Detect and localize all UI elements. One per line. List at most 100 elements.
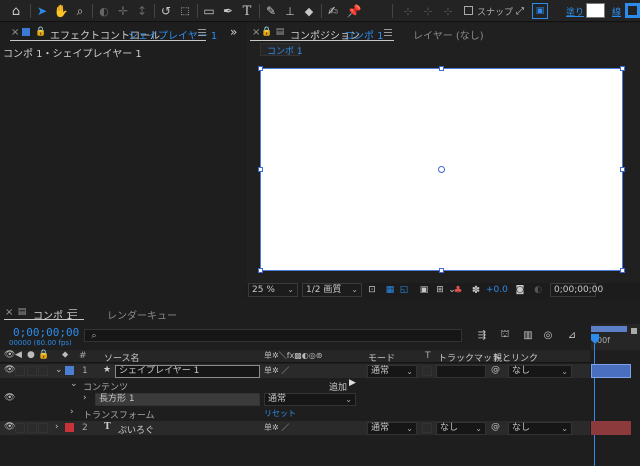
transform-row[interactable]: › トランスフォーム リセット bbox=[0, 406, 590, 421]
transform-handle[interactable] bbox=[620, 66, 625, 71]
roto-brush-icon[interactable]: ✍ bbox=[325, 3, 341, 19]
transform-handle[interactable] bbox=[258, 66, 263, 71]
frame-blending-icon[interactable]: ▥ bbox=[520, 327, 536, 343]
preserve-transparency-toggle[interactable] bbox=[422, 423, 432, 433]
transform-handle[interactable] bbox=[439, 66, 444, 71]
render-queue-tab[interactable]: レンダーキュー bbox=[107, 307, 177, 322]
layer-row[interactable]: 👁 › 2 T ぷいろぐ 单✲ ／ 通常 ⌄ なし ⌄ @ なし ⌄ bbox=[0, 421, 590, 436]
shy-switch-icon[interactable]: ⛫ bbox=[497, 327, 513, 343]
contents-row[interactable]: ⌄ コンテンツ 追加 ▶ bbox=[0, 378, 590, 393]
layer-switches[interactable]: 单✲ ／ bbox=[264, 422, 289, 433]
local-axis-icon[interactable]: ⊹ bbox=[400, 3, 416, 19]
pick-whip-icon[interactable]: @ bbox=[491, 365, 500, 375]
anchor-point-icon[interactable] bbox=[438, 166, 445, 173]
exposure-value[interactable]: +0.0 bbox=[486, 285, 508, 295]
panel-menu-icon[interactable] bbox=[198, 29, 206, 36]
snapshot-icon[interactable]: ◙ bbox=[514, 283, 526, 297]
eraser-tool-icon[interactable]: ◆ bbox=[301, 3, 317, 19]
transform-handle[interactable] bbox=[439, 268, 444, 273]
chevron-right-icon[interactable]: › bbox=[70, 407, 74, 417]
layer-label-color[interactable] bbox=[65, 423, 74, 432]
home-icon[interactable]: ⌂ bbox=[8, 3, 24, 19]
pan-camera-icon[interactable]: ✛ bbox=[115, 3, 131, 19]
pick-whip-icon[interactable]: @ bbox=[491, 422, 500, 432]
chevron-down-icon[interactable]: ⌄ bbox=[55, 365, 63, 375]
panel-menu-icon[interactable] bbox=[69, 309, 77, 316]
effect-panel-expand[interactable]: » bbox=[230, 25, 237, 39]
rotate-tool-icon[interactable]: ↺ bbox=[158, 3, 174, 19]
exposure-reset-icon[interactable]: ✽ bbox=[470, 283, 482, 297]
parent-dropdown[interactable]: なし ⌄ bbox=[508, 422, 572, 435]
transform-handle[interactable] bbox=[620, 167, 625, 172]
anchor-tool-icon[interactable]: ⬚ bbox=[177, 3, 193, 19]
reset-link[interactable]: リセット bbox=[264, 408, 296, 419]
close-icon[interactable]: × bbox=[5, 307, 13, 318]
rectangle-tool-icon[interactable]: ▭ bbox=[201, 3, 217, 19]
solo-toggle[interactable] bbox=[27, 366, 37, 376]
layer-switches[interactable]: 单✲ ／ bbox=[264, 365, 289, 376]
rectangle-name-field[interactable]: 長方形 1 bbox=[95, 393, 260, 406]
text-tool-icon[interactable]: T bbox=[239, 3, 255, 19]
region-of-interest-icon[interactable]: ▣ bbox=[418, 283, 430, 297]
layer-viewer-tab[interactable]: レイヤー (なし) bbox=[413, 27, 484, 42]
source-name-column-header[interactable]: ソース名 bbox=[104, 351, 140, 364]
layer-name[interactable]: ぷいろぐ bbox=[118, 423, 154, 436]
track-matte-dropdown[interactable] bbox=[436, 365, 486, 378]
fast-preview-icon[interactable]: ⊡ bbox=[366, 283, 378, 297]
parent-link-column-header[interactable]: 親とリンク bbox=[493, 351, 538, 364]
fill-label[interactable]: 塗り bbox=[566, 5, 584, 18]
blend-mode-dropdown[interactable]: 通常 ⌄ bbox=[367, 422, 417, 435]
work-area-bar[interactable] bbox=[591, 326, 627, 332]
pen-tool-icon[interactable]: ✒ bbox=[220, 3, 236, 19]
color-channel-icon[interactable]: ♣ bbox=[452, 283, 464, 297]
eye-icon[interactable]: 👁 bbox=[4, 422, 15, 432]
brush-tool-icon[interactable]: ✎ bbox=[263, 3, 279, 19]
selection-tool-icon[interactable]: ➤ bbox=[34, 3, 50, 19]
close-icon[interactable]: × bbox=[252, 27, 260, 38]
timeline-current-time[interactable]: 0;00;00;00 bbox=[13, 326, 79, 339]
layer-duration-bar[interactable] bbox=[591, 421, 631, 435]
layer-row[interactable]: 👁 ⌄ 1 ★ シェイプレイヤー 1 单✲ ／ 通常 ⌄ @ なし ⌄ bbox=[0, 364, 590, 378]
layer-name-field[interactable]: シェイプレイヤー 1 bbox=[115, 365, 260, 378]
snap-options-icon[interactable]: ⤢ bbox=[513, 3, 527, 19]
current-time-display[interactable]: 0;00;00;00 bbox=[550, 283, 603, 297]
show-snapshot-icon[interactable]: ◐ bbox=[532, 283, 544, 297]
mode-column-header[interactable]: モード bbox=[368, 351, 395, 364]
blend-mode-dropdown[interactable]: 通常 ⌄ bbox=[367, 365, 417, 378]
view-axis-icon[interactable]: ⊹ bbox=[440, 3, 456, 19]
parent-dropdown[interactable]: なし ⌄ bbox=[508, 365, 572, 378]
clone-stamp-icon[interactable]: ⊥ bbox=[282, 3, 298, 19]
track-matte-column-header[interactable]: トラックマット bbox=[438, 351, 501, 364]
close-icon[interactable]: × bbox=[11, 27, 19, 38]
world-axis-icon[interactable]: ⊹ bbox=[420, 3, 436, 19]
stroke-swatch[interactable] bbox=[625, 3, 640, 18]
transform-handle[interactable] bbox=[258, 167, 263, 172]
preserve-transparency-toggle[interactable] bbox=[422, 366, 432, 376]
lock-icon[interactable]: 🔒 bbox=[261, 25, 272, 38]
stroke-label[interactable]: 線 bbox=[612, 5, 621, 18]
transform-handle[interactable] bbox=[258, 268, 263, 273]
eye-icon[interactable]: 👁 bbox=[4, 365, 15, 375]
eye-icon[interactable]: 👁 bbox=[4, 393, 15, 403]
puppet-pin-icon[interactable]: 📌 bbox=[346, 3, 362, 19]
layer-label-color[interactable] bbox=[65, 366, 74, 375]
hand-tool-icon[interactable]: ✋ bbox=[53, 3, 69, 19]
snap-checkbox[interactable] bbox=[464, 6, 473, 15]
comp-flowchart-icon[interactable]: ⇶ bbox=[474, 327, 490, 343]
fill-swatch[interactable] bbox=[586, 3, 605, 18]
rectangle-blend-dropdown[interactable]: 通常 ⌄ bbox=[264, 393, 356, 406]
lock-toggle[interactable] bbox=[38, 423, 48, 433]
layer-duration-bar[interactable] bbox=[591, 364, 631, 378]
chevron-right-icon[interactable]: › bbox=[83, 393, 87, 403]
orbit-camera-icon[interactable]: ◐ bbox=[96, 3, 112, 19]
zoom-dropdown[interactable]: 25 % ⌄ bbox=[248, 283, 298, 297]
motion-blur-icon[interactable]: ◎ bbox=[540, 327, 556, 343]
zoom-tool-icon[interactable]: ⌕ bbox=[72, 3, 88, 19]
rectangle-row[interactable]: 👁 › 長方形 1 通常 ⌄ bbox=[0, 392, 590, 406]
transparency-grid-icon[interactable]: ▦ bbox=[384, 283, 396, 297]
audio-toggle[interactable] bbox=[15, 366, 25, 376]
transform-handle[interactable] bbox=[620, 268, 625, 273]
layer-search-input[interactable]: ⌕ bbox=[84, 329, 462, 342]
track-matte-dropdown[interactable]: なし ⌄ bbox=[436, 422, 486, 435]
resolution-dropdown[interactable]: 1/2 画質 ⌄ bbox=[302, 283, 362, 297]
